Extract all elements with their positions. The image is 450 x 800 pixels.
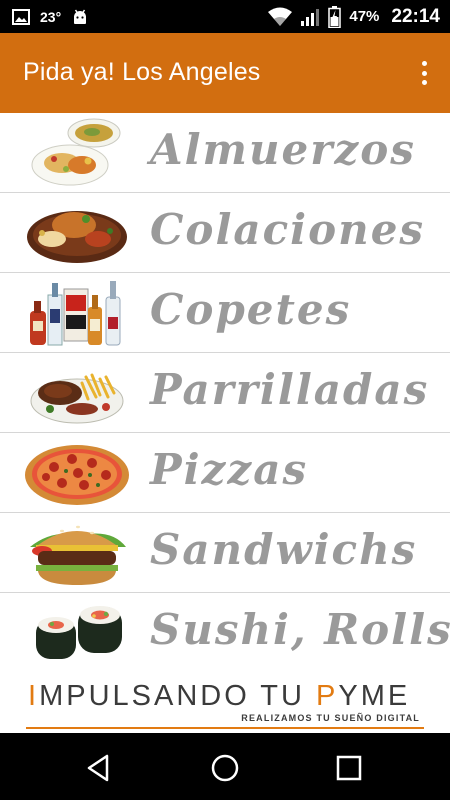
banner-title-end: YME bbox=[338, 680, 411, 712]
pizza-image bbox=[25, 445, 129, 505]
list-item-almuerzos[interactable]: Almuerzos bbox=[0, 113, 450, 193]
app-title: Pida ya! Los Angeles bbox=[23, 58, 261, 86]
list-item-colaciones[interactable]: Colaciones bbox=[0, 193, 450, 273]
grill-platter-image bbox=[30, 373, 124, 424]
app-bar: Pida ya! Los Angeles bbox=[0, 33, 450, 113]
clock: 22:14 bbox=[391, 5, 440, 27]
battery-icon bbox=[328, 5, 342, 28]
list-item-label: Almuerzos bbox=[150, 125, 416, 174]
banner-title: IMPULSANDO TU PYME bbox=[28, 680, 410, 713]
sushi-image bbox=[36, 606, 122, 659]
list-item-label: Pizzas bbox=[150, 445, 309, 494]
navigation-bar bbox=[0, 733, 450, 800]
list-item-label: Colaciones bbox=[150, 205, 426, 254]
battery-percentage: 47% bbox=[349, 8, 380, 25]
list-item-copetes[interactable]: Copetes bbox=[0, 273, 450, 353]
back-icon[interactable] bbox=[83, 751, 117, 785]
banner-accent-i: I bbox=[28, 680, 40, 712]
drinks-bottles-image bbox=[30, 281, 121, 346]
list-item-pizzas[interactable]: Pizzas bbox=[0, 433, 450, 513]
category-list: Almuerzos Colaciones Copetes Parrilladas… bbox=[0, 113, 450, 673]
banner-subtitle: REALIZAMOS TU SUEÑO DIGITAL bbox=[241, 713, 420, 723]
list-item-label: Copetes bbox=[150, 285, 352, 334]
overflow-menu-icon[interactable] bbox=[416, 58, 432, 88]
list-item-parrilladas[interactable]: Parrilladas bbox=[0, 353, 450, 433]
signal-icon bbox=[301, 8, 320, 26]
list-item-label: Sushi, Rolls bbox=[150, 605, 450, 654]
banner-divider bbox=[26, 727, 424, 729]
list-item-label: Sandwichs bbox=[150, 525, 418, 574]
recents-icon[interactable] bbox=[332, 751, 366, 785]
android-icon bbox=[74, 9, 87, 24]
image-icon bbox=[12, 8, 30, 25]
home-icon[interactable] bbox=[208, 751, 242, 785]
banner-title-mid: MPULSANDO TU bbox=[39, 680, 317, 712]
snack-plate-image bbox=[27, 211, 127, 263]
banner-accent-p: P bbox=[316, 680, 339, 712]
wifi-icon bbox=[268, 7, 293, 26]
burger-image bbox=[30, 525, 126, 585]
status-bar: 23° 47% 22:14 bbox=[0, 0, 450, 33]
list-item-sandwichs[interactable]: Sandwichs bbox=[0, 513, 450, 593]
list-item-sushi-rolls[interactable]: Sushi, Rolls bbox=[0, 593, 450, 673]
lunch-plate-image bbox=[31, 118, 121, 186]
list-item-label: Parrilladas bbox=[150, 365, 430, 414]
temperature: 23° bbox=[40, 8, 62, 25]
promo-banner[interactable]: IMPULSANDO TU PYME REALIZAMOS TU SUEÑO D… bbox=[0, 670, 450, 733]
